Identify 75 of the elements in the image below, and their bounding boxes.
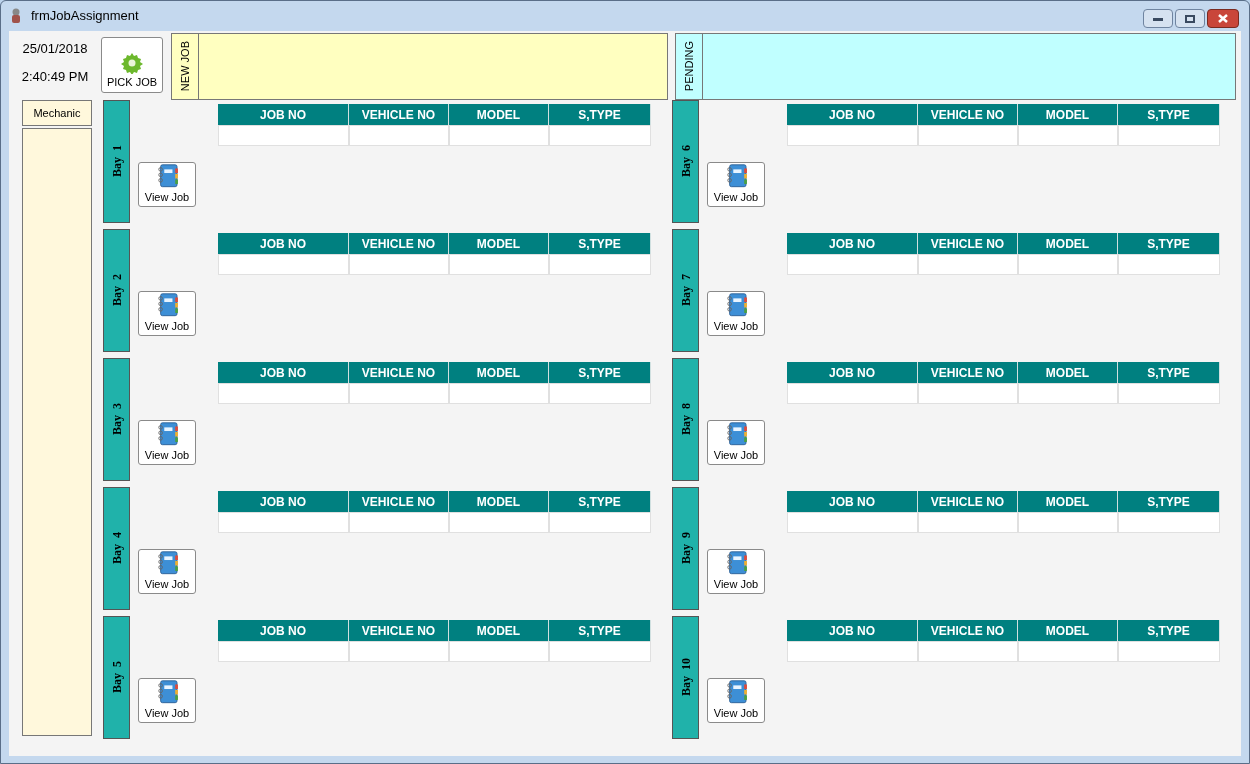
column-header: S,TYPE bbox=[549, 491, 651, 512]
bay-label: Bay 9 bbox=[677, 532, 694, 565]
column-header: S,TYPE bbox=[549, 362, 651, 383]
bay-label: Bay 4 bbox=[108, 532, 125, 565]
column-header: MODEL bbox=[449, 362, 549, 383]
close-icon bbox=[1218, 14, 1228, 23]
bay-label: Bay 7 bbox=[677, 274, 694, 307]
column-header: S,TYPE bbox=[549, 620, 651, 641]
column-header: VEHICLE NO bbox=[349, 362, 449, 383]
column-header: MODEL bbox=[1018, 362, 1118, 383]
column-header: S,TYPE bbox=[549, 104, 651, 125]
maximize-button[interactable] bbox=[1175, 9, 1205, 28]
column-header: S,TYPE bbox=[1118, 362, 1220, 383]
column-header: JOB NO bbox=[218, 362, 349, 383]
bay-label: Bay 10 bbox=[677, 658, 694, 697]
pick-job-button[interactable]: PICK JOB bbox=[101, 37, 163, 93]
view-job-button[interactable]: View Job bbox=[707, 678, 765, 723]
column-header: JOB NO bbox=[787, 491, 918, 512]
view-job-button[interactable]: View Job bbox=[138, 162, 196, 207]
column-header: VEHICLE NO bbox=[918, 620, 1018, 641]
column-header: VEHICLE NO bbox=[349, 233, 449, 254]
view-job-button[interactable]: View Job bbox=[138, 549, 196, 594]
view-job-button[interactable]: View Job bbox=[707, 162, 765, 207]
column-header: JOB NO bbox=[787, 620, 918, 641]
view-job-button[interactable]: View Job bbox=[138, 291, 196, 336]
view-job-button[interactable]: View Job bbox=[138, 420, 196, 465]
column-header: S,TYPE bbox=[1118, 104, 1220, 125]
bay-label: Bay 6 bbox=[677, 145, 694, 178]
bay-label: Bay 8 bbox=[677, 403, 694, 436]
view-job-button[interactable]: View Job bbox=[707, 549, 765, 594]
column-header: MODEL bbox=[1018, 620, 1118, 641]
view-job-button[interactable]: View Job bbox=[138, 678, 196, 723]
column-header: VEHICLE NO bbox=[349, 104, 449, 125]
column-header: JOB NO bbox=[218, 620, 349, 641]
bay-label: Bay 1 bbox=[108, 145, 125, 178]
column-header: MODEL bbox=[1018, 233, 1118, 254]
column-header: S,TYPE bbox=[1118, 233, 1220, 254]
column-header: VEHICLE NO bbox=[918, 491, 1018, 512]
column-header: MODEL bbox=[449, 620, 549, 641]
bay-label: Bay 2 bbox=[108, 274, 125, 307]
column-header: MODEL bbox=[1018, 104, 1118, 125]
app-icon bbox=[9, 8, 23, 24]
column-header: VEHICLE NO bbox=[349, 620, 449, 641]
column-header: MODEL bbox=[449, 233, 549, 254]
panel-label: NEW JOB bbox=[177, 41, 192, 92]
close-button[interactable] bbox=[1207, 9, 1239, 28]
column-header: S,TYPE bbox=[1118, 491, 1220, 512]
bay-label: Bay 5 bbox=[108, 661, 125, 694]
column-header: JOB NO bbox=[787, 104, 918, 125]
column-header: JOB NO bbox=[787, 362, 918, 383]
column-header: VEHICLE NO bbox=[918, 233, 1018, 254]
gear-icon bbox=[121, 51, 143, 74]
column-header: MODEL bbox=[449, 491, 549, 512]
view-job-button[interactable]: View Job bbox=[707, 420, 765, 465]
column-header: S,TYPE bbox=[1118, 620, 1220, 641]
column-header: JOB NO bbox=[218, 491, 349, 512]
time-label: 2:40:49 PM bbox=[21, 67, 89, 86]
minimize-button[interactable] bbox=[1143, 9, 1173, 28]
view-job-button[interactable]: View Job bbox=[707, 291, 765, 336]
minimize-icon bbox=[1153, 16, 1163, 21]
panel-label: PENDING bbox=[681, 41, 696, 92]
column-header: VEHICLE NO bbox=[918, 362, 1018, 383]
column-header: MODEL bbox=[449, 104, 549, 125]
date-label: 25/01/2018 bbox=[22, 40, 88, 58]
column-header: VEHICLE NO bbox=[349, 491, 449, 512]
bay-label: Bay 3 bbox=[108, 403, 125, 436]
window-title: frmJobAssignment bbox=[31, 7, 139, 26]
column-header: JOB NO bbox=[218, 104, 349, 125]
mechanic-header: Mechanic bbox=[22, 100, 92, 126]
column-header: VEHICLE NO bbox=[918, 104, 1018, 125]
column-header: S,TYPE bbox=[549, 233, 651, 254]
column-header: JOB NO bbox=[218, 233, 349, 254]
restore-icon bbox=[1185, 14, 1195, 23]
column-header: MODEL bbox=[1018, 491, 1118, 512]
column-header: JOB NO bbox=[787, 233, 918, 254]
